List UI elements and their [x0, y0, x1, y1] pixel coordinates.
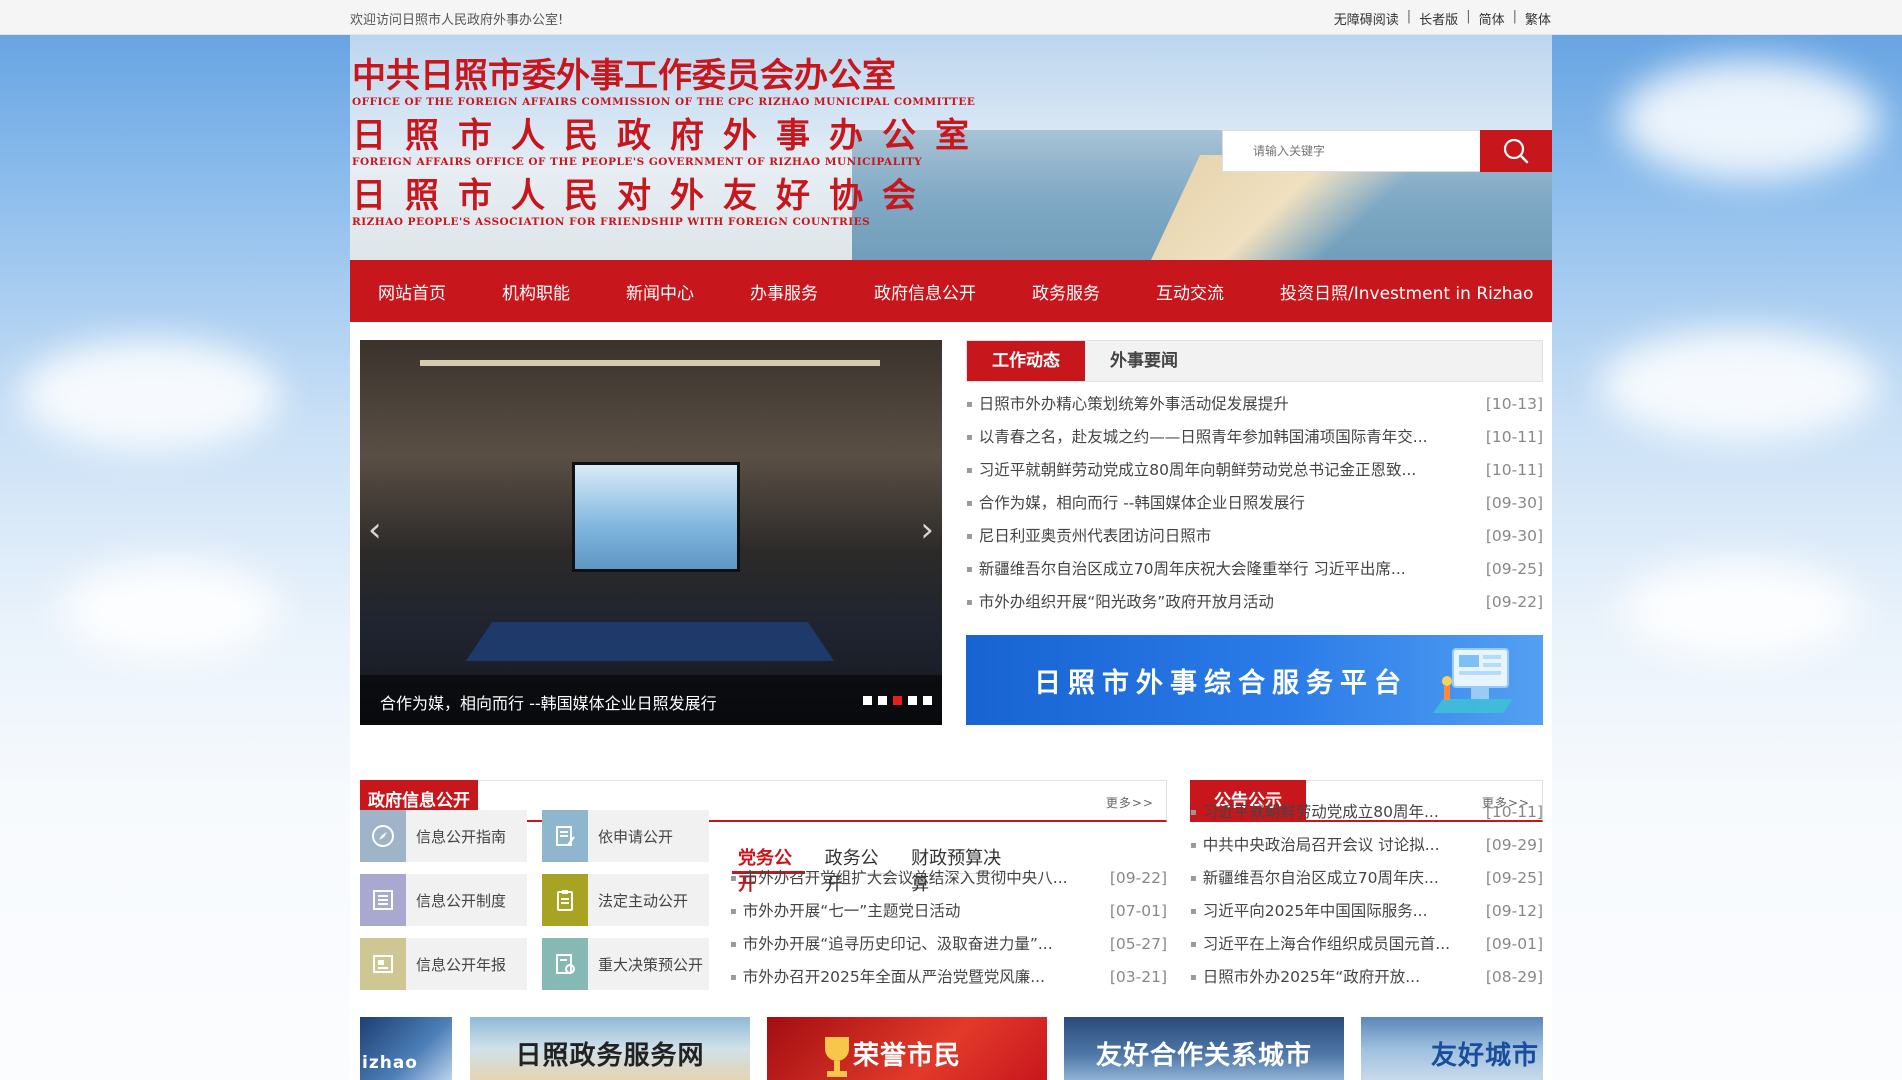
compass-icon [360, 810, 406, 862]
search-box [1222, 130, 1482, 172]
accessibility-link[interactable]: 无障碍阅读 [1334, 9, 1399, 28]
list-item[interactable]: 市外办召开党组扩大会议总结深入贯彻中央八...[09-22] [730, 862, 1167, 895]
list-item[interactable]: 以青春之名，赴友城之约——日照青年参加韩国浦项国际青年交...[10-11] [966, 421, 1543, 454]
logo-line2-cn: 日照市人民政府外事办公室 [352, 116, 988, 156]
separator: | [1406, 9, 1412, 24]
trophy-icon [825, 1037, 849, 1077]
tile-info-system[interactable]: 信息公开制度 [360, 874, 527, 926]
cloud-decoration [1600, 330, 1880, 440]
list-item[interactable]: 尼日利亚奥贡州代表团访问日照市[09-30] [966, 520, 1543, 553]
news-carousel[interactable]: ‹ › 合作为媒，相向而行 --韩国媒体企业日照发展行 [360, 340, 942, 725]
list-item[interactable]: 日照市外办2025年“政府开放...[08-29] [1190, 961, 1543, 994]
gov-info-more-link[interactable]: 更多>> [1106, 794, 1154, 811]
logo-line1-cn: 中共日照市委外事工作委员会办公室 [352, 56, 896, 96]
carousel-dot[interactable] [923, 696, 932, 705]
computer-illustration-icon [1433, 648, 1513, 713]
tab-foreign-news[interactable]: 外事要闻 [1085, 341, 1203, 381]
link-banner-rizhao[interactable]: izhao [360, 1017, 452, 1080]
list-item[interactable]: 合作为媒，相向而行 --韩国媒体企业日照发展行[09-30] [966, 487, 1543, 520]
carousel-dots [863, 696, 932, 705]
simplified-chinese-link[interactable]: 简体 [1479, 9, 1505, 28]
list-item[interactable]: 习近平向2025年中国国际服务...[09-12] [1190, 895, 1543, 928]
site-logo[interactable]: 中共日照市委外事工作委员会办公室 OFFICE OF THE FOREIGN A… [352, 56, 988, 237]
welcome-text: 欢迎访问日照市人民政府外事办公室! [350, 13, 564, 28]
meeting-screen-decoration [572, 462, 740, 572]
cloud-decoration [20, 340, 280, 450]
nav-gov-info[interactable]: 政府信息公开 [846, 279, 1004, 304]
main-content: ‹ › 合作为媒，相向而行 --韩国媒体企业日照发展行 工作动态 外事要闻 日照… [350, 322, 1552, 1080]
search-icon [1503, 138, 1529, 164]
cloud-decoration [60, 560, 280, 660]
list-item[interactable]: 新疆维吾尔自治区成立70周年庆...[09-25] [1190, 862, 1543, 895]
top-links: 无障碍阅读 | 长者版 | 简体 | 繁体 [1334, 9, 1551, 28]
link-banner-sister-cities[interactable]: 友好城市 [1361, 1017, 1543, 1080]
link-banner-honorary-citizen[interactable]: 荣誉市民 [767, 1017, 1047, 1080]
nav-gov-services[interactable]: 政务服务 [1004, 279, 1128, 304]
list-item[interactable]: 新疆维吾尔自治区成立70周年庆祝大会隆重举行 习近平出席...[09-25] [966, 553, 1543, 586]
carousel-dot[interactable] [878, 696, 887, 705]
document-list-icon [360, 874, 406, 926]
nav-investment[interactable]: 投资日照/Investment in Rizhao [1252, 279, 1561, 304]
nav-home[interactable]: 网站首页 [350, 279, 474, 304]
tile-apply-disclosure[interactable]: 依申请公开 [542, 810, 709, 862]
search-button[interactable] [1480, 130, 1552, 172]
bottom-link-banners: izhao 日照政务服务网 荣誉市民 友好合作关系城市 友好城市 [360, 1017, 1543, 1080]
carousel-dot-active[interactable] [893, 696, 902, 705]
link-banner-gov-service-net[interactable]: 日照政务服务网 [470, 1017, 750, 1080]
list-item[interactable]: 市外办组织开展“阳光政务”政府开放月活动[09-22] [966, 586, 1543, 619]
list-item[interactable]: 习近平就朝鲜劳动党成立80周年向朝鲜劳动党总书记金正恩致...[10-11] [966, 454, 1543, 487]
list-item[interactable]: 中共中央政治局召开会议 讨论拟...[09-29] [1190, 829, 1543, 862]
top-bar: 欢迎访问日照市人民政府外事办公室! 无障碍阅读 | 长者版 | 简体 | 繁体 [0, 0, 1902, 35]
logo-line3-en: RIZHAO PEOPLE'S ASSOCIATION FOR FRIENDSH… [352, 216, 871, 228]
gov-info-list: 市外办召开党组扩大会议总结深入贯彻中央八...[09-22] 市外办开展“七一”… [730, 862, 1167, 994]
clipboard-icon [542, 874, 588, 926]
news-list: 日照市外办精心策划统筹外事活动促发展提升[10-13] 以青春之名，赴友城之约—… [966, 388, 1543, 619]
list-item[interactable]: 市外办开展“七一”主题党日活动[07-01] [730, 895, 1167, 928]
cloud-decoration [1620, 60, 1880, 180]
tile-info-guide[interactable]: 信息公开指南 [360, 810, 527, 862]
cloud-decoration [1620, 560, 1860, 660]
traditional-chinese-link[interactable]: 繁体 [1525, 9, 1551, 28]
notice-list: 习近平就朝鲜劳动党成立80周年...[10-11] 中共中央政治局召开会议 讨论… [1190, 796, 1543, 994]
carousel-next-arrow-icon[interactable]: › [920, 510, 934, 550]
nav-organization[interactable]: 机构职能 [474, 279, 598, 304]
list-item[interactable]: 市外办开展“追寻历史印记、汲取奋进力量”...[05-27] [730, 928, 1167, 961]
elderly-version-link[interactable]: 长者版 [1419, 9, 1458, 28]
carousel-prev-arrow-icon[interactable]: ‹ [368, 510, 382, 550]
main-nav: 网站首页 机构职能 新闻中心 办事服务 政府信息公开 政务服务 互动交流 投资日… [350, 260, 1552, 322]
link-banner-friendly-cities[interactable]: 友好合作关系城市 [1064, 1017, 1344, 1080]
list-item[interactable]: 习近平就朝鲜劳动党成立80周年...[10-11] [1190, 796, 1543, 829]
decision-icon [542, 938, 588, 990]
news-tabs: 工作动态 外事要闻 [966, 340, 1543, 382]
service-platform-banner[interactable]: 日照市外事综合服务平台 [966, 635, 1543, 725]
meeting-table-decoration [465, 622, 835, 661]
nav-services[interactable]: 办事服务 [722, 279, 846, 304]
carousel-dot[interactable] [908, 696, 917, 705]
list-item[interactable]: 市外办召开2025年全面从严治党暨党风廉...[03-21] [730, 961, 1167, 994]
tile-major-decision[interactable]: 重大决策预公开 [542, 938, 709, 990]
logo-line2-en: FOREIGN AFFAIRS OFFICE OF THE PEOPLE'S G… [352, 156, 923, 168]
ceiling-light-decoration [420, 360, 880, 366]
list-item[interactable]: 习近平在上海合作组织成员国元首...[09-01] [1190, 928, 1543, 961]
tile-statutory-disclosure[interactable]: 法定主动公开 [542, 874, 709, 926]
carousel-caption[interactable]: 合作为媒，相向而行 --韩国媒体企业日照发展行 [360, 675, 942, 725]
tile-annual-report[interactable]: 信息公开年报 [360, 938, 527, 990]
carousel-dot[interactable] [863, 696, 872, 705]
document-edit-icon [542, 810, 588, 862]
separator: | [1466, 9, 1471, 24]
tab-work-updates[interactable]: 工作动态 [967, 341, 1085, 381]
separator: | [1512, 9, 1517, 24]
list-item[interactable]: 日照市外办精心策划统筹外事活动促发展提升[10-13] [966, 388, 1543, 421]
nav-interaction[interactable]: 互动交流 [1128, 279, 1252, 304]
logo-line1-en: OFFICE OF THE FOREIGN AFFAIRS COMMISSION… [352, 96, 976, 108]
nav-news-center[interactable]: 新闻中心 [598, 279, 722, 304]
logo-line3-cn: 日照市人民对外友好协会 [352, 176, 935, 216]
service-platform-title: 日照市外事综合服务平台 [1034, 668, 1408, 699]
search-input[interactable] [1223, 131, 1481, 171]
report-icon [360, 938, 406, 990]
